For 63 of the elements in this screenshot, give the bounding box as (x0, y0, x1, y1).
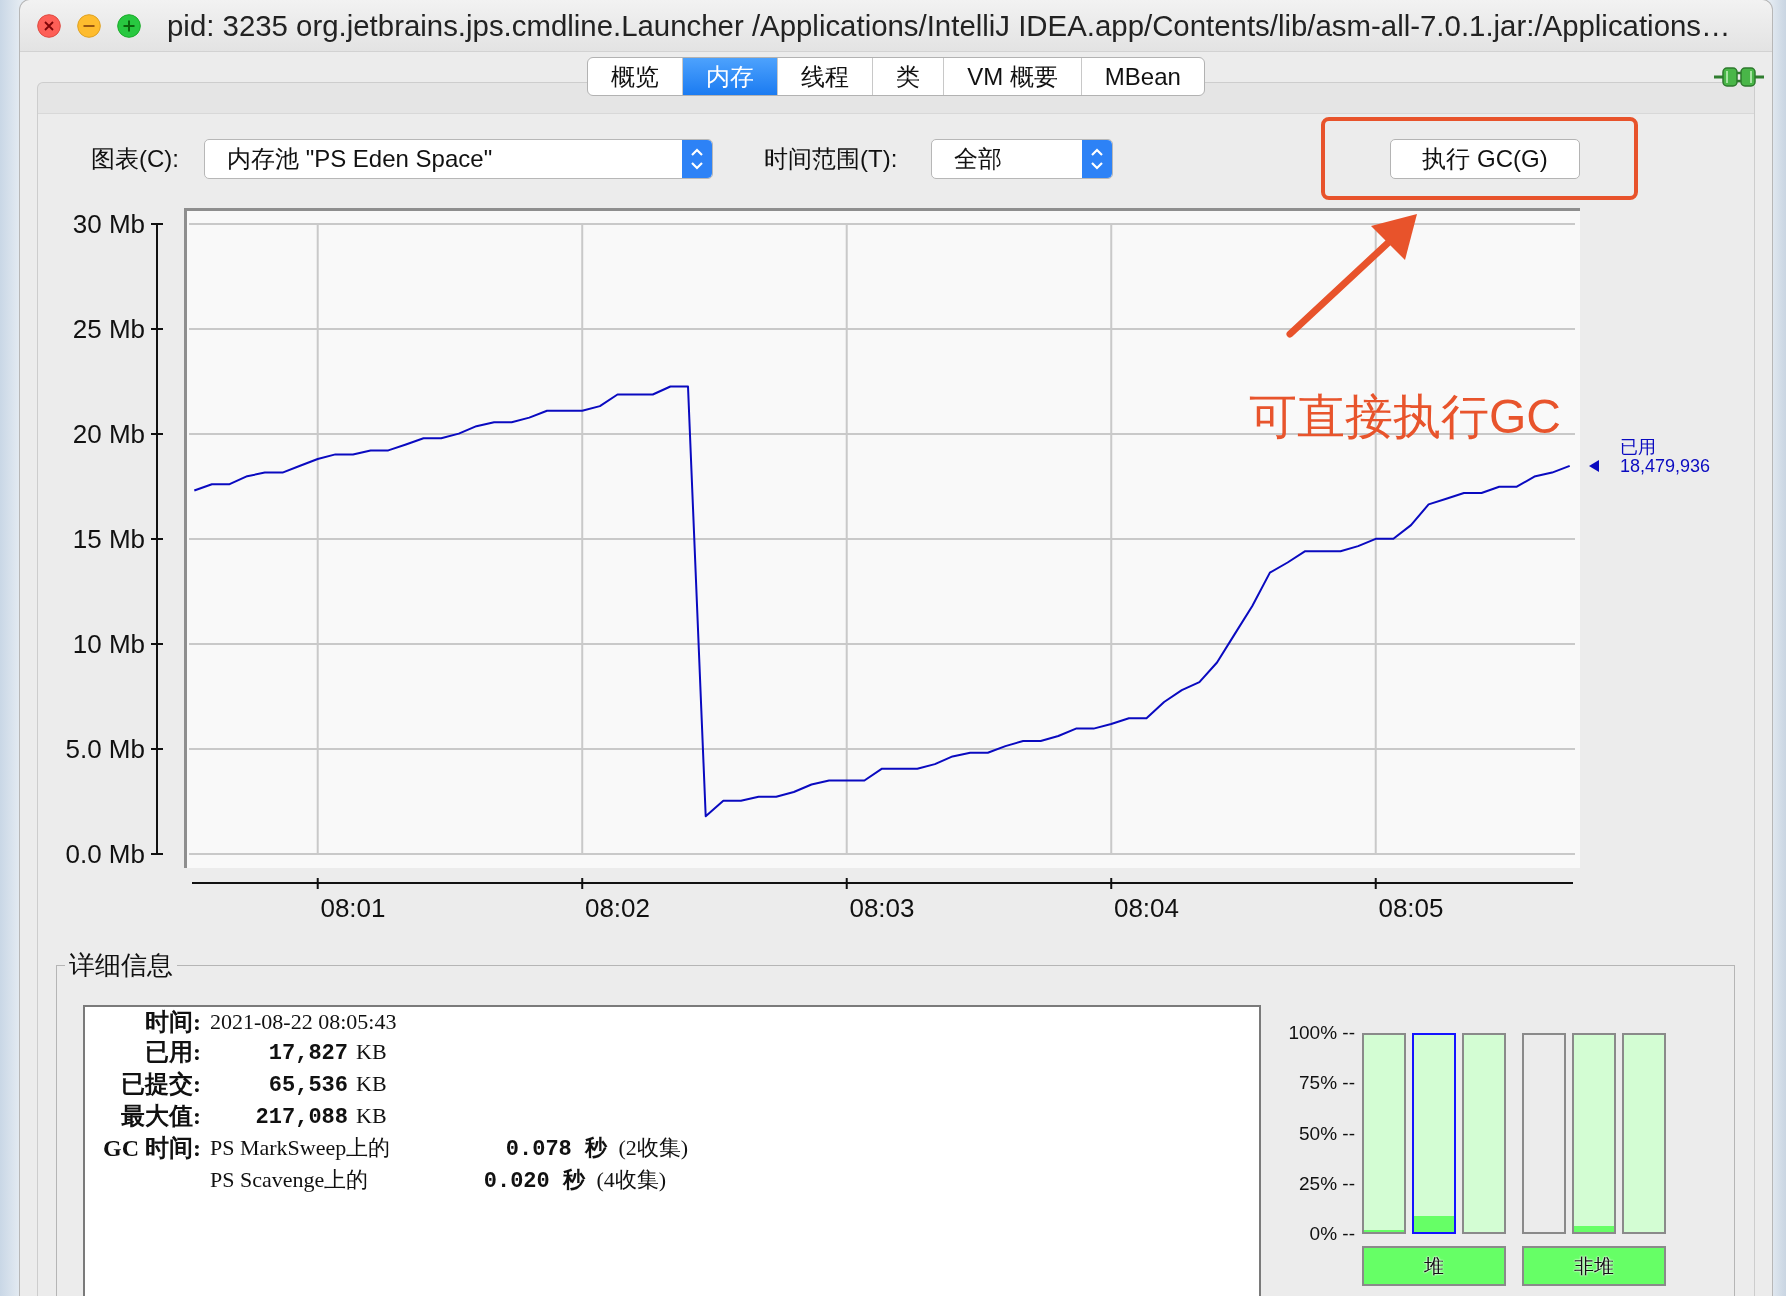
tab[interactable]: 线程 (777, 58, 873, 95)
unit-label: KB (356, 1071, 387, 1096)
up-down-chevron-icon (682, 140, 712, 178)
memory-pool-bar[interactable] (1412, 1033, 1456, 1234)
group-title: 详细信息 (68, 950, 174, 980)
collector-name: PS MarkSweep上的 (210, 1135, 391, 1160)
scale-label: 25% -- (1299, 1171, 1355, 1196)
window-title: pid: 3235 org.jetbrains.jps.cmdline.Launcher /Applications/IntelliJ IDEA.app/Contents/lib/asm-all-7.0.1.jar:/Applications… (167, 8, 1731, 43)
gc-time-value: 0.020 秒 (483, 1169, 585, 1194)
minimize-icon[interactable] (77, 13, 101, 38)
collection-count: (4收集) (596, 1167, 667, 1192)
field-label: GC 时间: (102, 1134, 201, 1163)
close-icon[interactable] (37, 13, 61, 38)
y-axis-label: 10 Mb (72, 629, 145, 659)
scale-label: 100% -- (1288, 1021, 1355, 1045)
x-axis-label: 08:03 (849, 893, 915, 923)
tab[interactable]: VM 概要 (943, 58, 1081, 95)
pool-group-button[interactable]: 非堆 (1522, 1246, 1666, 1286)
memory-pool-bar[interactable] (1462, 1033, 1506, 1234)
y-axis-label: 25 Mb (72, 314, 145, 344)
tab[interactable]: 概览 (588, 58, 683, 95)
collector-name: PS Scavenge上的 (210, 1167, 369, 1192)
memory-pool-bar[interactable] (1572, 1033, 1616, 1234)
x-axis-label: 08:05 (1378, 893, 1444, 923)
zoom-icon[interactable] (117, 13, 141, 38)
y-axis-label: 0.0 Mb (65, 839, 145, 869)
scale-label: 50% -- (1299, 1121, 1355, 1146)
tab[interactable]: MBean (1080, 58, 1204, 95)
chart-label: 图表(C): (91, 144, 179, 174)
field-label: 已用: (144, 1038, 201, 1067)
field-label: 时间: (144, 1008, 201, 1037)
size-value: 17,827 (267, 1040, 348, 1068)
y-axis-label: 30 Mb (72, 209, 145, 239)
y-axis-label: 5.0 Mb (65, 734, 145, 764)
legend-value: 18,479,936 (1620, 455, 1711, 476)
field-label: 最大值: (120, 1102, 201, 1131)
unit-label: KB (356, 1039, 387, 1064)
scale-label: 75% -- (1299, 1071, 1355, 1096)
memory-pool-bar[interactable] (1362, 1033, 1406, 1234)
perform-gc-button[interactable]: 执行 GC(G) (1390, 139, 1580, 179)
tab[interactable]: 类 (872, 58, 944, 95)
y-axis-label: 20 Mb (72, 419, 145, 449)
time-range-select[interactable]: 全部 (931, 139, 1114, 179)
size-value: 217,088 (254, 1104, 348, 1132)
field-label: 已提交: (120, 1070, 201, 1099)
callout-text: 可直接执行GC (1249, 389, 1561, 443)
legend-label: 已用 (1620, 436, 1656, 457)
scale-label: 0% -- (1309, 1222, 1355, 1246)
x-axis-label: 08:04 (1113, 893, 1180, 923)
x-axis-label: 08:02 (584, 893, 651, 923)
time-range-label: 时间范围(T): (764, 144, 898, 174)
x-axis-label: 08:01 (320, 893, 386, 923)
field-value: 2021-08-22 08:05:43 (210, 1009, 397, 1034)
collection-count: (2收集) (618, 1135, 689, 1160)
y-axis-label: 15 Mb (72, 524, 145, 554)
gc-time-value: 0.078 秒 (505, 1137, 607, 1162)
pool-group-button[interactable]: 堆 (1362, 1246, 1506, 1286)
up-down-chevron-icon (1082, 140, 1113, 178)
size-value: 65,536 (267, 1072, 348, 1100)
memory-pool-bar[interactable] (1622, 1033, 1666, 1234)
legend-marker-icon (1589, 459, 1599, 472)
chart-select[interactable]: 内存池 "PS Eden Space" (204, 139, 713, 179)
unit-label: KB (356, 1103, 387, 1128)
